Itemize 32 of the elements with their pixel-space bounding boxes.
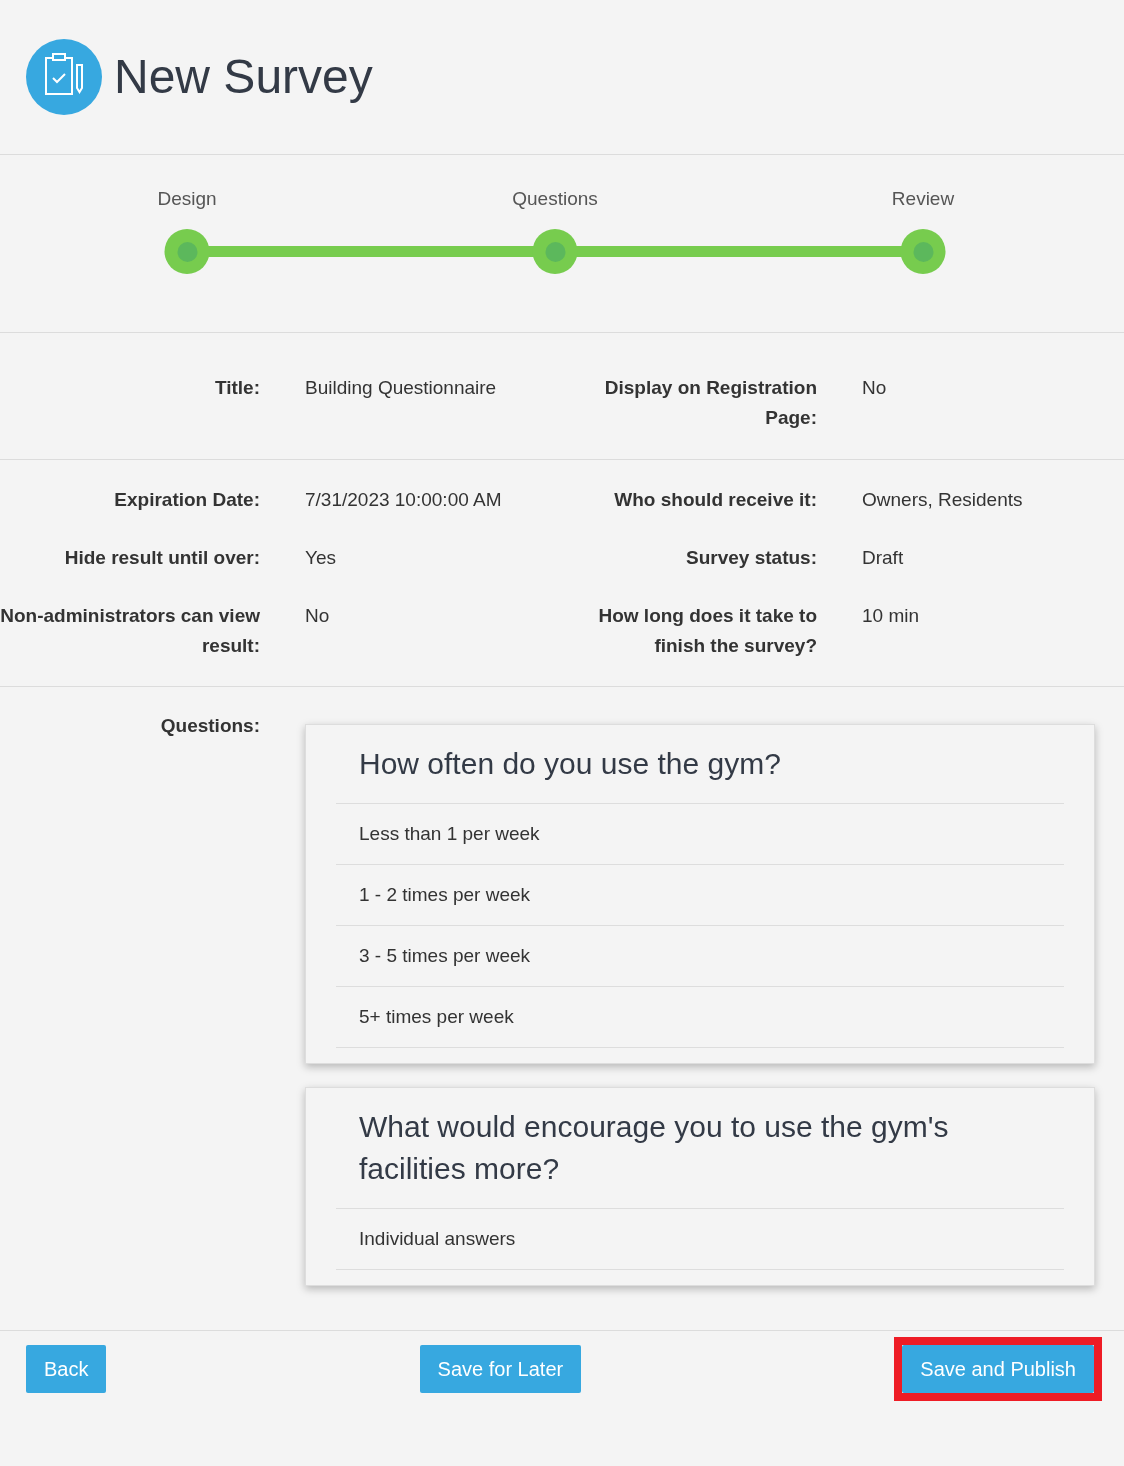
field-value: Building Questionnaire xyxy=(305,376,497,400)
page-title: New Survey xyxy=(114,49,373,105)
field-value: Yes xyxy=(305,546,336,570)
field-label: Who should receive it: xyxy=(613,488,817,512)
field-value: No xyxy=(305,604,330,628)
answer-option: 5+ times per week xyxy=(336,987,1064,1048)
answer-option: Less than 1 per week xyxy=(336,804,1064,865)
answer-option: 1 - 2 times per week xyxy=(336,865,1064,926)
field-label: Hide result until over: xyxy=(63,546,260,570)
question-text: What would encourage you to use the gym's facilities more? xyxy=(336,1088,1064,1209)
field-label: Non-administrators can view result: xyxy=(0,604,260,658)
field-label: Title: xyxy=(213,376,260,400)
answer-option: 3 - 5 times per week xyxy=(336,926,1064,987)
field-value: 7/31/2023 10:00:00 AM xyxy=(305,488,502,512)
field-label: Survey status: xyxy=(685,546,817,570)
action-button[interactable]: Save and Publish xyxy=(902,1345,1094,1393)
field-value: Draft xyxy=(862,546,904,570)
questions-label: Questions: xyxy=(159,714,260,738)
step-label: Review xyxy=(891,187,955,211)
field-value: No xyxy=(862,376,887,400)
action-button[interactable]: Back xyxy=(26,1345,107,1393)
answer-option: Individual answers xyxy=(336,1209,1064,1270)
field-label: Expiration Date: xyxy=(113,488,260,512)
field-label: Display on Registration Page: xyxy=(603,376,817,430)
clipboard-icon xyxy=(26,39,102,115)
step-label: Questions xyxy=(512,187,598,211)
field-label: How long does it take to finish the survey? xyxy=(597,604,817,658)
step-label: Design xyxy=(157,187,217,211)
field-value: Owners, Residents xyxy=(862,488,1023,512)
action-button[interactable]: Save for Later xyxy=(419,1345,582,1393)
question-text: How often do you use the gym? xyxy=(336,725,1064,804)
field-value: 10 min xyxy=(862,604,920,628)
